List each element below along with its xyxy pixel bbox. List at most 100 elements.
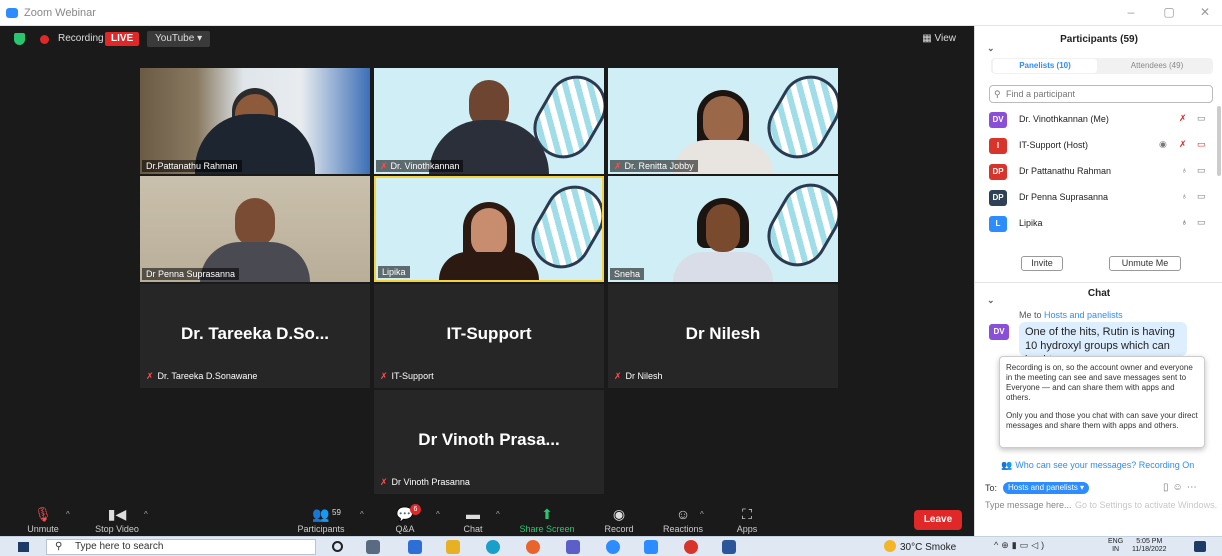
share-screen-button[interactable]: ⬆ Share Screen [512, 506, 582, 534]
tile-name: ✗ IT-Support [380, 371, 434, 381]
title-bar: Zoom Webinar – ▢ ✕ [0, 0, 1222, 26]
file-explorer-icon[interactable] [446, 540, 460, 554]
reactions-button[interactable]: ☺ Reactions [648, 506, 718, 534]
teams-icon[interactable] [566, 540, 580, 554]
to-label: To: [985, 483, 998, 493]
edge-browser-icon[interactable] [486, 540, 500, 554]
video-tile[interactable]: Sneha [608, 176, 838, 282]
file-icon[interactable]: ▯ [1163, 482, 1173, 493]
participant-row[interactable]: I IT-Support (Host) ◉ ✗ ▭ [989, 136, 1213, 156]
view-button[interactable]: ▦ View [916, 31, 962, 47]
more-icon[interactable]: ⋯ [1187, 482, 1201, 493]
avatar: DV [989, 112, 1007, 128]
recipient-link[interactable]: Hosts and panelists [1044, 310, 1123, 320]
participant-head [703, 96, 743, 144]
tab-attendees[interactable]: Attendees (49) [1105, 59, 1209, 73]
zoom-app-icon[interactable] [606, 540, 620, 554]
network-icon[interactable]: ⊕ [1001, 540, 1012, 550]
mic-icon: ♁ [1181, 191, 1188, 201]
language-indicator[interactable]: ENG IN [1108, 538, 1123, 554]
audio-only-tile[interactable]: IT-Support ✗ IT-Support [374, 284, 604, 388]
participant-body [439, 252, 539, 280]
video-tile[interactable]: ✗ Dr. Vinothkannan [374, 68, 604, 174]
windows-start-icon[interactable] [18, 542, 29, 552]
participant-row[interactable]: L Lipika ♁ ▭ [989, 214, 1213, 234]
video-options-caret[interactable]: ^ [144, 510, 148, 519]
participants-icon: 👥 [312, 506, 330, 522]
zoom-meeting-icon[interactable] [644, 540, 658, 554]
display-icon[interactable]: ▭ [1020, 540, 1032, 550]
chat-options-caret[interactable]: ^ [496, 510, 500, 519]
tab-panelists[interactable]: Panelists (10) [993, 59, 1097, 73]
invite-button[interactable]: Invite [1021, 256, 1063, 271]
video-camera-icon: ▮◀ [107, 506, 127, 522]
stop-video-button[interactable]: ▮◀ Stop Video [82, 506, 152, 534]
reactions-options-caret[interactable]: ^ [700, 510, 704, 519]
who-can-see-link[interactable]: 👥 Who can see your messages? Recording On [1001, 460, 1194, 471]
chat-input[interactable]: Type message here... [985, 500, 1072, 510]
cortana-icon[interactable] [332, 541, 343, 552]
system-tray[interactable]: ^⊕▮▭◁) [994, 540, 1047, 551]
video-tile[interactable]: ✗ Dr. Renitta Jobby [608, 68, 838, 174]
maximize-button[interactable]: ▢ [1158, 5, 1180, 19]
app-check-icon[interactable] [408, 540, 422, 554]
taskbar-search-input[interactable]: ⚲ Type here to search [46, 539, 316, 555]
minimize-button[interactable]: – [1120, 5, 1142, 19]
word-icon[interactable] [722, 540, 736, 554]
battery-icon[interactable]: ▮ [1012, 540, 1020, 550]
chat-recipient-line: Me to Hosts and panelists [1019, 310, 1123, 320]
media-player-icon[interactable] [684, 540, 698, 554]
participant-name: Dr Pattanathu Rahman [1019, 166, 1112, 176]
avatar: DP [989, 190, 1007, 206]
tile-name: Lipika [378, 266, 410, 278]
chat-title: Chat [1087, 288, 1111, 299]
participant-row[interactable]: DV Dr. Vinothkannan (Me) ✗ ▭ [989, 110, 1213, 130]
mic-active-icon: ♁ [1181, 217, 1188, 227]
audio-only-tile[interactable]: Dr. Tareeka D.So... ✗ Dr. Tareeka D.Sonaw… [140, 284, 370, 388]
task-view-icon[interactable] [366, 540, 380, 554]
stream-dropdown[interactable]: YouTube ▾ [147, 31, 211, 47]
mic-icon: ♁ [1181, 165, 1188, 175]
video-tile[interactable]: Dr.Pattanathu Rahman [140, 68, 370, 174]
notification-icon[interactable] [1194, 541, 1206, 552]
apps-button[interactable]: ⛶ Apps [712, 506, 782, 534]
weather-widget[interactable]: 30°C Smoke [884, 540, 956, 553]
recording-dot-icon [40, 35, 49, 44]
participant-row[interactable]: DP Dr Penna Suprasanna ♁ ▭ [989, 188, 1213, 208]
muted-mic-icon: ✗ [1179, 113, 1187, 123]
participant-name: Dr Penna Suprasanna [1019, 192, 1109, 202]
tooltip-text: Only you and those you chat with can sav… [1006, 411, 1198, 430]
taskbar-clock[interactable]: 5:05 PM 11/18/2022 [1132, 538, 1167, 554]
emoji-icon[interactable]: ☺ [1173, 482, 1187, 493]
video-tile[interactable]: Dr Penna Suprasanna [140, 176, 370, 282]
participant-display-name: Dr Nilesh [685, 324, 761, 343]
participant-search-input[interactable]: ⚲ Find a participant [989, 85, 1213, 103]
audio-options-caret[interactable]: ^ [66, 510, 70, 519]
recording-label[interactable]: Recording [58, 33, 104, 44]
muted-mic-icon: ✗ [146, 371, 154, 381]
leave-button[interactable]: Leave [914, 510, 962, 530]
chat-header: ⌄ Chat [975, 282, 1222, 305]
participant-row[interactable]: DP Dr Pattanathu Rahman ♁ ▭ [989, 162, 1213, 182]
video-camera-icon: ▭ [1197, 217, 1206, 227]
volume-icon[interactable]: ◁) [1031, 540, 1047, 550]
video-tile-active-speaker[interactable]: Lipika [374, 176, 604, 282]
audio-only-tile[interactable]: Dr Nilesh ✗ Dr Nilesh [608, 284, 838, 388]
participant-name: Dr. Vinothkannan (Me) [1019, 114, 1109, 124]
close-button[interactable]: ✕ [1194, 5, 1216, 19]
record-button[interactable]: ◉ Record [584, 506, 654, 534]
participants-options-caret[interactable]: ^ [360, 510, 364, 519]
muted-mic-icon: ✗ [614, 371, 622, 381]
zoom-webinar-window: Zoom Webinar – ▢ ✕ Recording LIVE YouTub… [0, 0, 1222, 556]
unmute-me-button[interactable]: Unmute Me [1109, 256, 1181, 271]
recipient-dropdown[interactable]: Hosts and panelists ▾ [1003, 482, 1090, 494]
zoom-logo-icon [6, 8, 18, 18]
participants-button[interactable]: 👥 59 Participants [286, 506, 356, 534]
collapse-chevron-icon[interactable]: ⌄ [987, 289, 995, 311]
participants-scrollbar[interactable] [1217, 106, 1221, 176]
qa-button[interactable]: 💬 6 Q&A [370, 504, 440, 534]
audio-only-tile[interactable]: Dr Vinoth Prasa... ✗ Dr Vinoth Prasanna [374, 390, 604, 494]
security-shield-icon[interactable] [14, 33, 25, 45]
muted-mic-icon: ✗ [380, 161, 388, 171]
firefox-icon[interactable] [526, 540, 540, 554]
